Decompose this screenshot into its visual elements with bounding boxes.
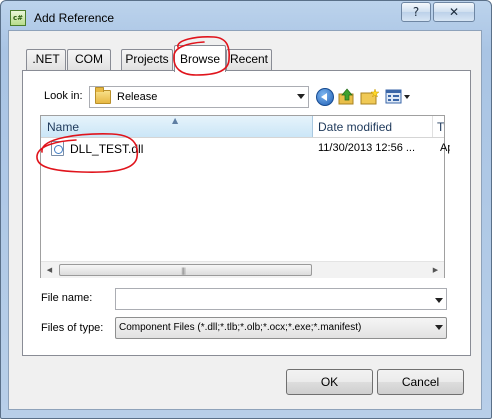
sort-ascending-icon: ▲ bbox=[172, 116, 179, 125]
look-in-dropdown[interactable]: Release bbox=[89, 86, 309, 108]
file-list-header: ▲ Name Date modified Ty bbox=[41, 116, 444, 138]
folder-icon bbox=[95, 87, 111, 104]
chevron-down-icon[interactable] bbox=[435, 298, 443, 303]
dialog-title: Add Reference bbox=[34, 11, 115, 25]
look-in-label: Look in: bbox=[44, 90, 83, 102]
file-row[interactable]: DLL_TEST.dll 11/30/2013 12:56 ... Ap bbox=[49, 140, 450, 158]
view-menu-icon[interactable] bbox=[385, 88, 413, 106]
column-header-type[interactable]: Ty bbox=[433, 116, 444, 137]
chevron-down-icon bbox=[297, 94, 305, 99]
file-name-cell: DLL_TEST.dll bbox=[70, 142, 144, 156]
tab-com[interactable]: COM bbox=[67, 49, 111, 70]
column-name-label: Name bbox=[47, 120, 80, 134]
new-folder-icon[interactable] bbox=[360, 88, 380, 106]
column-header-name[interactable]: ▲ Name bbox=[41, 116, 313, 137]
scrollbar-thumb[interactable]: ||| bbox=[59, 264, 312, 276]
file-list[interactable]: ▲ Name Date modified Ty DLL_TEST.dll 11/… bbox=[40, 115, 450, 278]
column-type-label: Ty bbox=[437, 120, 444, 134]
file-name-label: File name: bbox=[41, 292, 93, 304]
csharp-app-icon: c# bbox=[10, 10, 26, 26]
up-folder-icon[interactable] bbox=[338, 88, 356, 106]
dll-file-icon bbox=[51, 141, 64, 156]
column-header-date[interactable]: Date modified bbox=[314, 116, 433, 137]
grip-icon: ||| bbox=[181, 267, 186, 275]
close-button[interactable]: ✕ bbox=[433, 2, 475, 22]
horizontal-scrollbar[interactable]: ◀ ||| ▶ bbox=[41, 261, 444, 278]
look-in-value: Release bbox=[117, 91, 158, 103]
file-name-input[interactable] bbox=[115, 288, 447, 310]
tab-net[interactable]: .NET bbox=[26, 49, 66, 70]
tab-browse[interactable]: Browse bbox=[174, 45, 226, 72]
title-bar[interactable]: c# Add Reference ? ✕ bbox=[1, 1, 491, 31]
tab-recent[interactable]: Recent bbox=[226, 49, 272, 70]
scroll-right-icon[interactable]: ▶ bbox=[427, 262, 444, 278]
file-date-cell: 11/30/2013 12:56 ... bbox=[318, 142, 416, 154]
cancel-button[interactable]: Cancel bbox=[377, 369, 464, 395]
ok-button[interactable]: OK bbox=[286, 369, 373, 395]
help-button[interactable]: ? bbox=[401, 2, 431, 22]
files-of-type-value: Component Files (*.dll;*.tlb;*.olb;*.ocx… bbox=[119, 322, 362, 333]
back-icon[interactable] bbox=[316, 88, 334, 106]
column-date-label: Date modified bbox=[318, 120, 393, 134]
tab-projects[interactable]: Projects bbox=[121, 49, 173, 70]
files-of-type-label: Files of type: bbox=[41, 322, 104, 334]
scroll-left-icon[interactable]: ◀ bbox=[41, 262, 58, 278]
files-of-type-dropdown[interactable]: Component Files (*.dll;*.tlb;*.olb;*.ocx… bbox=[115, 317, 447, 339]
file-type-cell: Ap bbox=[440, 142, 450, 154]
chevron-down-icon bbox=[435, 325, 443, 330]
